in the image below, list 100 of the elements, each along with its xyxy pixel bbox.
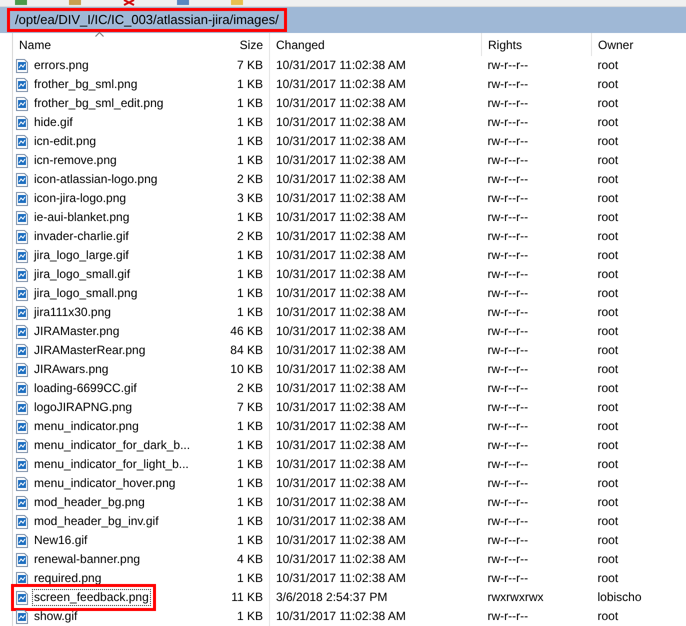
file-name[interactable]: menu_indicator_for_dark_b... <box>32 437 192 454</box>
permissions: rw-r--r-- <box>488 191 528 205</box>
permissions: rw-r--r-- <box>488 248 528 262</box>
modified-date: 10/31/2017 11:02:38 AM <box>276 343 406 357</box>
file-size: 1 KB <box>236 495 263 509</box>
permissions: rw-r--r-- <box>488 457 528 471</box>
file-owner: root <box>598 571 618 585</box>
file-name[interactable]: menu_indicator_hover.png <box>32 475 178 492</box>
modified-date: 10/31/2017 11:02:38 AM <box>276 58 406 72</box>
file-name[interactable]: icon-jira-logo.png <box>32 190 128 208</box>
modified-date: 10/31/2017 11:02:38 AM <box>276 77 406 91</box>
file-name[interactable]: New16.gif <box>32 532 90 550</box>
file-owner: root <box>598 514 618 528</box>
file-name[interactable]: menu_indicator.png <box>32 418 141 436</box>
permissions: rw-r--r-- <box>488 476 528 490</box>
file-name[interactable]: mod_header_bg.png <box>32 494 147 512</box>
image-file-icon <box>16 420 28 434</box>
file-size: 11 KB <box>231 590 263 604</box>
file-owner: root <box>598 305 618 319</box>
file-owner: root <box>598 229 618 243</box>
image-file-icon <box>16 496 28 510</box>
file-name[interactable]: jira_logo_small.gif <box>32 266 132 284</box>
modified-date: 3/6/2018 2:54:37 PM <box>276 590 388 604</box>
image-file-icon <box>16 324 28 339</box>
file-owner: root <box>598 191 618 205</box>
file-size: 2 KB <box>236 172 263 186</box>
modified-date: 10/31/2017 11:02:38 AM <box>276 457 406 471</box>
image-file-icon <box>16 438 28 453</box>
permissions: rw-r--r-- <box>488 362 528 376</box>
file-name[interactable]: icn-remove.png <box>32 152 119 170</box>
file-name[interactable]: menu_indicator_for_light_b... <box>32 456 191 474</box>
file-size: 3 KB <box>236 191 263 205</box>
file-name[interactable]: icn-edit.png <box>32 133 98 150</box>
file-name[interactable]: JIRAMaster.png <box>32 323 122 340</box>
image-file-icon <box>16 362 28 377</box>
file-name[interactable]: invader-charlie.gif <box>32 228 131 246</box>
image-file-icon <box>16 476 28 491</box>
image-file-icon <box>16 268 28 282</box>
file-size: 1 KB <box>236 457 263 471</box>
file-name[interactable]: mod_header_bg_inv.gif <box>32 513 161 530</box>
file-name[interactable]: frother_bg_sml_edit.png <box>32 95 166 112</box>
modified-date: 10/31/2017 11:02:38 AM <box>276 571 406 585</box>
file-size: 1 KB <box>236 305 263 319</box>
image-file-icon <box>16 400 28 415</box>
file-name[interactable]: loading-6699CC.gif <box>32 380 139 398</box>
file-owner: root <box>598 96 618 110</box>
modified-date: 10/31/2017 11:02:38 AM <box>276 229 406 243</box>
image-file-icon <box>16 458 28 472</box>
file-name[interactable]: renewal-banner.png <box>32 551 142 568</box>
image-file-icon <box>16 58 28 73</box>
file-name[interactable]: jira_logo_small.png <box>32 285 140 302</box>
image-file-icon <box>16 590 28 605</box>
file-owner: root <box>598 267 618 281</box>
file-size: 4 KB <box>236 552 263 566</box>
modified-date: 10/31/2017 11:02:38 AM <box>276 134 406 148</box>
column-header[interactable]: Owner <box>598 38 634 52</box>
permissions: rw-r--r-- <box>488 172 528 186</box>
file-name[interactable]: logoJIRAPNG.png <box>32 399 134 416</box>
file-name[interactable]: JIRAwars.png <box>32 361 110 378</box>
column-header[interactable]: Changed <box>276 38 325 52</box>
file-name[interactable]: screen_feedback.png <box>32 589 151 606</box>
file-name[interactable]: errors.png <box>32 57 91 74</box>
file-name[interactable]: jira_logo_large.gif <box>32 247 131 264</box>
permissions: rw-r--r-- <box>488 305 528 319</box>
file-owner: root <box>598 419 618 433</box>
image-file-icon <box>16 78 28 92</box>
column-header[interactable]: Name <box>19 38 52 52</box>
modified-date: 10/31/2017 11:02:38 AM <box>276 286 406 300</box>
file-owner: root <box>598 381 618 395</box>
file-name[interactable]: frother_bg_sml.png <box>32 76 140 94</box>
file-owner: root <box>598 286 618 300</box>
file-name[interactable]: ie-aui-blanket.png <box>32 209 132 226</box>
file-name[interactable]: icon-atlassian-logo.png <box>32 171 160 188</box>
file-name[interactable]: required.png <box>32 570 104 588</box>
image-file-icon <box>16 610 28 624</box>
column-header[interactable]: Rights <box>488 38 522 52</box>
modified-date: 10/31/2017 11:02:38 AM <box>276 305 406 319</box>
permissions: rw-r--r-- <box>488 343 528 357</box>
file-name[interactable]: JIRAMasterRear.png <box>32 342 148 360</box>
modified-date: 10/31/2017 11:02:38 AM <box>276 438 406 452</box>
image-file-icon <box>16 572 28 586</box>
permissions: rw-r--r-- <box>488 381 528 395</box>
file-owner: root <box>598 362 618 376</box>
modified-date: 10/31/2017 11:02:38 AM <box>276 362 406 376</box>
column-header[interactable]: Size <box>240 38 263 52</box>
permissions: rw-r--r-- <box>488 96 528 110</box>
file-size: 7 KB <box>236 400 263 414</box>
file-name[interactable]: jira111x30.png <box>32 304 113 322</box>
file-owner: lobischo <box>598 590 642 604</box>
image-file-icon <box>16 96 28 111</box>
image-file-icon <box>16 534 28 548</box>
file-name[interactable]: hide.gif <box>32 114 75 132</box>
file-name[interactable]: show.gif <box>32 608 80 626</box>
delete-icon[interactable] <box>122 0 136 6</box>
file-owner: root <box>598 438 618 452</box>
file-size: 1 KB <box>236 77 263 91</box>
image-file-icon <box>16 514 28 529</box>
path-field[interactable]: /opt/ea/DIV_I/IC/IC_003/atlassian-jira/images/ <box>7 8 287 32</box>
image-file-icon <box>16 116 28 130</box>
modified-date: 10/31/2017 11:02:38 AM <box>276 172 406 186</box>
